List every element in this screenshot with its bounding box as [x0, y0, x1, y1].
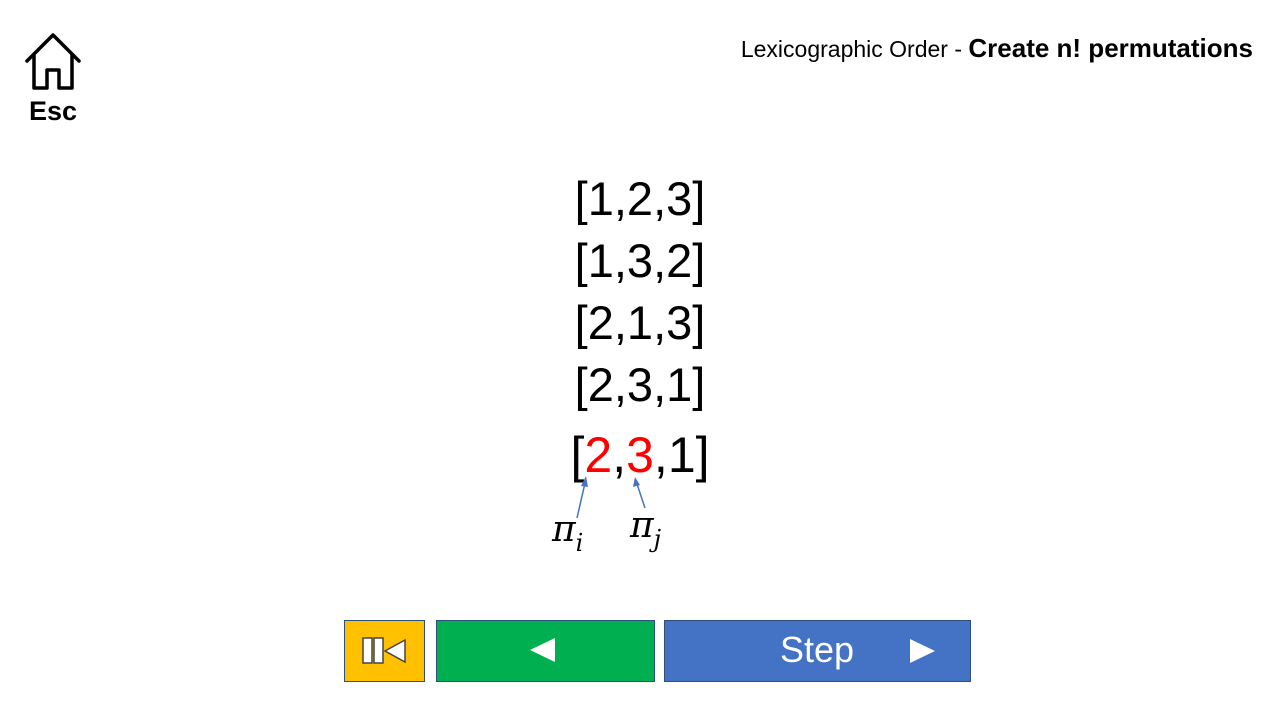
permutation-item: [2,3,1] — [574, 358, 706, 411]
step-back-icon — [530, 638, 555, 662]
esc-label: Esc — [28, 96, 78, 126]
pi-j-arrowhead — [633, 477, 640, 487]
step-forward-icon — [910, 639, 935, 663]
pi-i-label: πi — [552, 510, 583, 563]
title-bold: Create n! permutations — [968, 33, 1253, 63]
pi-symbol: π — [630, 505, 654, 546]
pi-symbol: π — [552, 509, 576, 550]
pi-j-label: πj — [630, 506, 661, 559]
permutation-item: [2,1,3] — [574, 296, 706, 349]
home-button[interactable]: Esc — [20, 28, 86, 128]
pi-i-arrowhead — [581, 476, 588, 487]
step-button[interactable]: Step — [664, 620, 971, 682]
home-icon — [25, 33, 81, 90]
reset-button[interactable] — [344, 620, 425, 682]
permutation-list: [1,2,3] [1,3,2] [2,1,3] [2,3,1] — [0, 168, 1280, 416]
title-prefix: Lexicographic Order - — [740, 36, 969, 62]
pi-j-subscript: j — [653, 525, 662, 553]
page-title: Lexicographic Order - Create n! permutat… — [741, 30, 1253, 67]
permutation-item: [1,3,2] — [574, 234, 706, 287]
step-label: Step — [780, 629, 855, 670]
back-button[interactable] — [436, 620, 655, 682]
pi-i-subscript: i — [575, 529, 584, 557]
permutation-item: [1,2,3] — [574, 172, 706, 225]
reset-to-start-icon — [362, 637, 406, 664]
